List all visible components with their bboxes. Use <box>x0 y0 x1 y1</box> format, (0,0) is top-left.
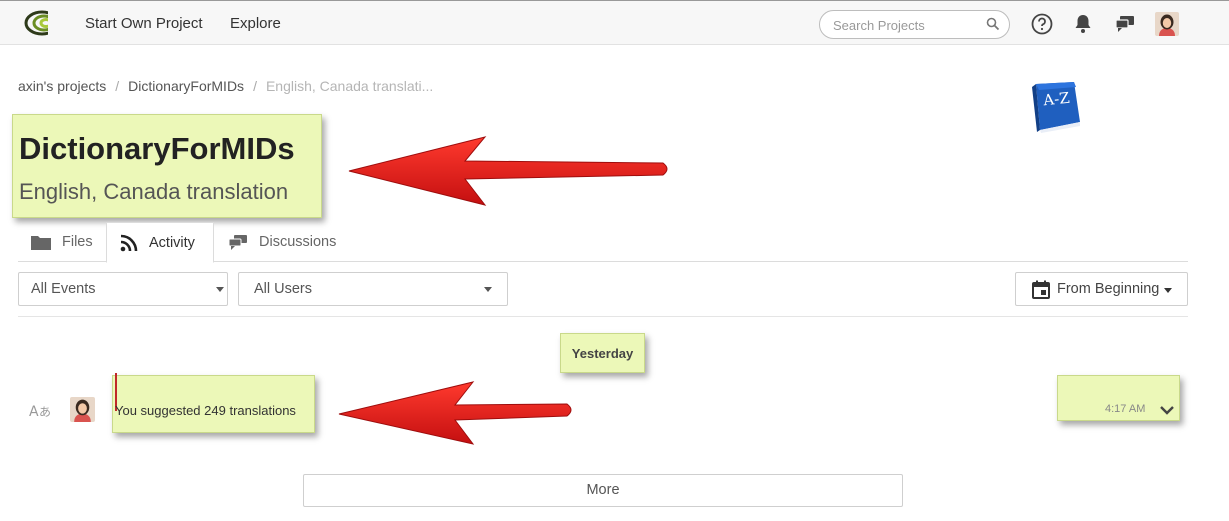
explore-link[interactable]: Explore <box>230 15 281 32</box>
search-icon[interactable] <box>986 17 1000 31</box>
activity-time-highlight: 4:17 AM <box>1057 375 1180 421</box>
tab-activity-label: Activity <box>149 234 195 251</box>
users-filter-value: All Users <box>254 281 313 297</box>
translate-icon: A あ <box>29 404 51 419</box>
page-subtitle: English, Canada translation <box>19 179 289 204</box>
crowdin-logo-icon[interactable] <box>18 9 60 37</box>
breadcrumb-project-link[interactable]: DictionaryForMIDs <box>128 78 244 94</box>
calendar-icon <box>1032 280 1050 299</box>
folder-icon <box>31 236 51 250</box>
breadcrumb: axin's projects / DictionaryForMIDs / Englis… <box>18 78 434 94</box>
annotation-arrow-title <box>348 136 668 206</box>
discussion-icon <box>228 234 247 250</box>
events-filter-select[interactable]: All Events <box>18 272 228 306</box>
user-avatar[interactable] <box>1155 12 1179 36</box>
help-icon[interactable] <box>1030 12 1054 36</box>
events-filter-value: All Events <box>31 281 96 297</box>
project-logo-book-icon: A-Z <box>1032 82 1080 133</box>
svg-text:A: A <box>29 404 39 419</box>
messages-icon[interactable] <box>1113 12 1137 36</box>
start-own-project-link[interactable]: Start Own Project <box>85 15 203 32</box>
chevron-down-icon <box>484 287 492 292</box>
activity-entry-text: You suggested 249 translations <box>115 403 296 418</box>
svg-text:あ: あ <box>39 405 51 419</box>
date-group-label: Yesterday <box>560 333 645 373</box>
tab-files-label: Files <box>62 234 93 250</box>
date-range-button[interactable]: From Beginning <box>1015 272 1188 306</box>
users-filter-select[interactable]: All Users <box>238 272 508 306</box>
breadcrumb-projects-link[interactable]: axin's projects <box>18 78 106 94</box>
chevron-down-icon[interactable] <box>1160 405 1174 415</box>
search-box[interactable] <box>819 10 1010 39</box>
caret-down-icon <box>1164 288 1172 293</box>
notifications-bell-icon[interactable] <box>1071 12 1095 36</box>
top-navbar: Start Own Project Explore <box>0 0 1229 45</box>
tab-discussions-label: Discussions <box>259 234 337 250</box>
tab-discussions[interactable]: Discussions <box>226 222 356 262</box>
load-more-button[interactable]: More <box>303 474 903 507</box>
project-title-highlight: DictionaryForMIDs English, Canada transl… <box>12 114 322 218</box>
rss-icon <box>120 234 138 251</box>
tab-activity[interactable]: Activity <box>106 222 214 263</box>
activity-timestamp: 4:17 AM <box>1105 403 1146 415</box>
page-title: DictionaryForMIDs <box>19 131 295 166</box>
activity-user-avatar[interactable] <box>70 397 95 422</box>
date-range-label: From Beginning <box>1057 281 1160 297</box>
book-logo-text: A-Z <box>1041 89 1070 110</box>
annotation-arrow-activity <box>338 381 572 445</box>
filters-divider <box>18 316 1188 317</box>
chevron-down-icon <box>216 287 224 292</box>
search-input[interactable] <box>833 16 983 34</box>
breadcrumb-current: English, Canada translati... <box>265 78 434 94</box>
project-tabs: Files Activity Discussions <box>18 222 1188 263</box>
activity-entry-highlight: You suggested 249 translations <box>112 373 315 433</box>
